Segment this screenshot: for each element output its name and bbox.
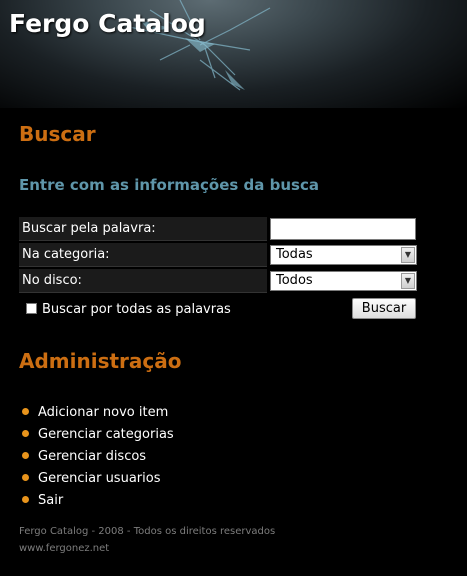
admin-item-logout[interactable]: Sair	[22, 492, 174, 514]
site-title[interactable]: Fergo Catalog	[9, 9, 206, 38]
category-select[interactable]: Todas ▼	[270, 245, 417, 265]
all-words-option[interactable]: Buscar por todas as palavras	[26, 303, 231, 319]
admin-item-label[interactable]: Gerenciar categorias	[38, 427, 174, 442]
footer-copyright: Fergo Catalog - 2008 - Todos os direitos…	[19, 526, 276, 537]
admin-item-discs[interactable]: Gerenciar discos	[22, 448, 174, 470]
disc-select[interactable]: Todos ▼	[270, 271, 417, 291]
admin-item-label[interactable]: Sair	[38, 493, 63, 508]
admin-item-label[interactable]: Adicionar novo item	[38, 405, 168, 420]
bullet-icon	[22, 430, 29, 437]
footer-site-link[interactable]: www.fergonez.net	[19, 543, 109, 554]
admin-item-label[interactable]: Gerenciar usuarios	[38, 471, 160, 486]
disc-label: No disco:	[19, 269, 267, 293]
bullet-icon	[22, 496, 29, 503]
bullet-icon	[22, 474, 29, 481]
disc-row: No disco: Todos ▼	[19, 269, 419, 294]
category-row: Na categoria: Todas ▼	[19, 243, 419, 268]
admin-heading: Administração	[19, 349, 182, 373]
admin-item-categories[interactable]: Gerenciar categorias	[22, 426, 174, 448]
admin-item-users[interactable]: Gerenciar usuarios	[22, 470, 174, 492]
bullet-icon	[22, 452, 29, 459]
category-label: Na categoria:	[19, 243, 267, 267]
search-word-row: Buscar pela palavra:	[19, 217, 419, 242]
admin-menu: Adicionar novo item Gerenciar categorias…	[22, 404, 174, 514]
search-word-input[interactable]	[270, 218, 416, 240]
chevron-down-icon[interactable]: ▼	[401, 273, 415, 289]
header-banner: Fergo Catalog	[0, 0, 467, 108]
chevron-down-icon[interactable]: ▼	[401, 247, 415, 263]
all-words-label: Buscar por todas as palavras	[42, 302, 231, 317]
bullet-icon	[22, 408, 29, 415]
search-heading: Buscar	[19, 122, 96, 146]
category-select-value: Todas	[276, 247, 313, 262]
search-word-label: Buscar pela palavra:	[19, 217, 267, 241]
admin-item-label[interactable]: Gerenciar discos	[38, 449, 146, 464]
all-words-checkbox[interactable]	[26, 303, 37, 314]
search-subheading: Entre com as informações da busca	[19, 176, 319, 194]
admin-item-add[interactable]: Adicionar novo item	[22, 404, 174, 426]
search-button[interactable]: Buscar	[352, 298, 416, 319]
disc-select-value: Todos	[276, 273, 313, 288]
